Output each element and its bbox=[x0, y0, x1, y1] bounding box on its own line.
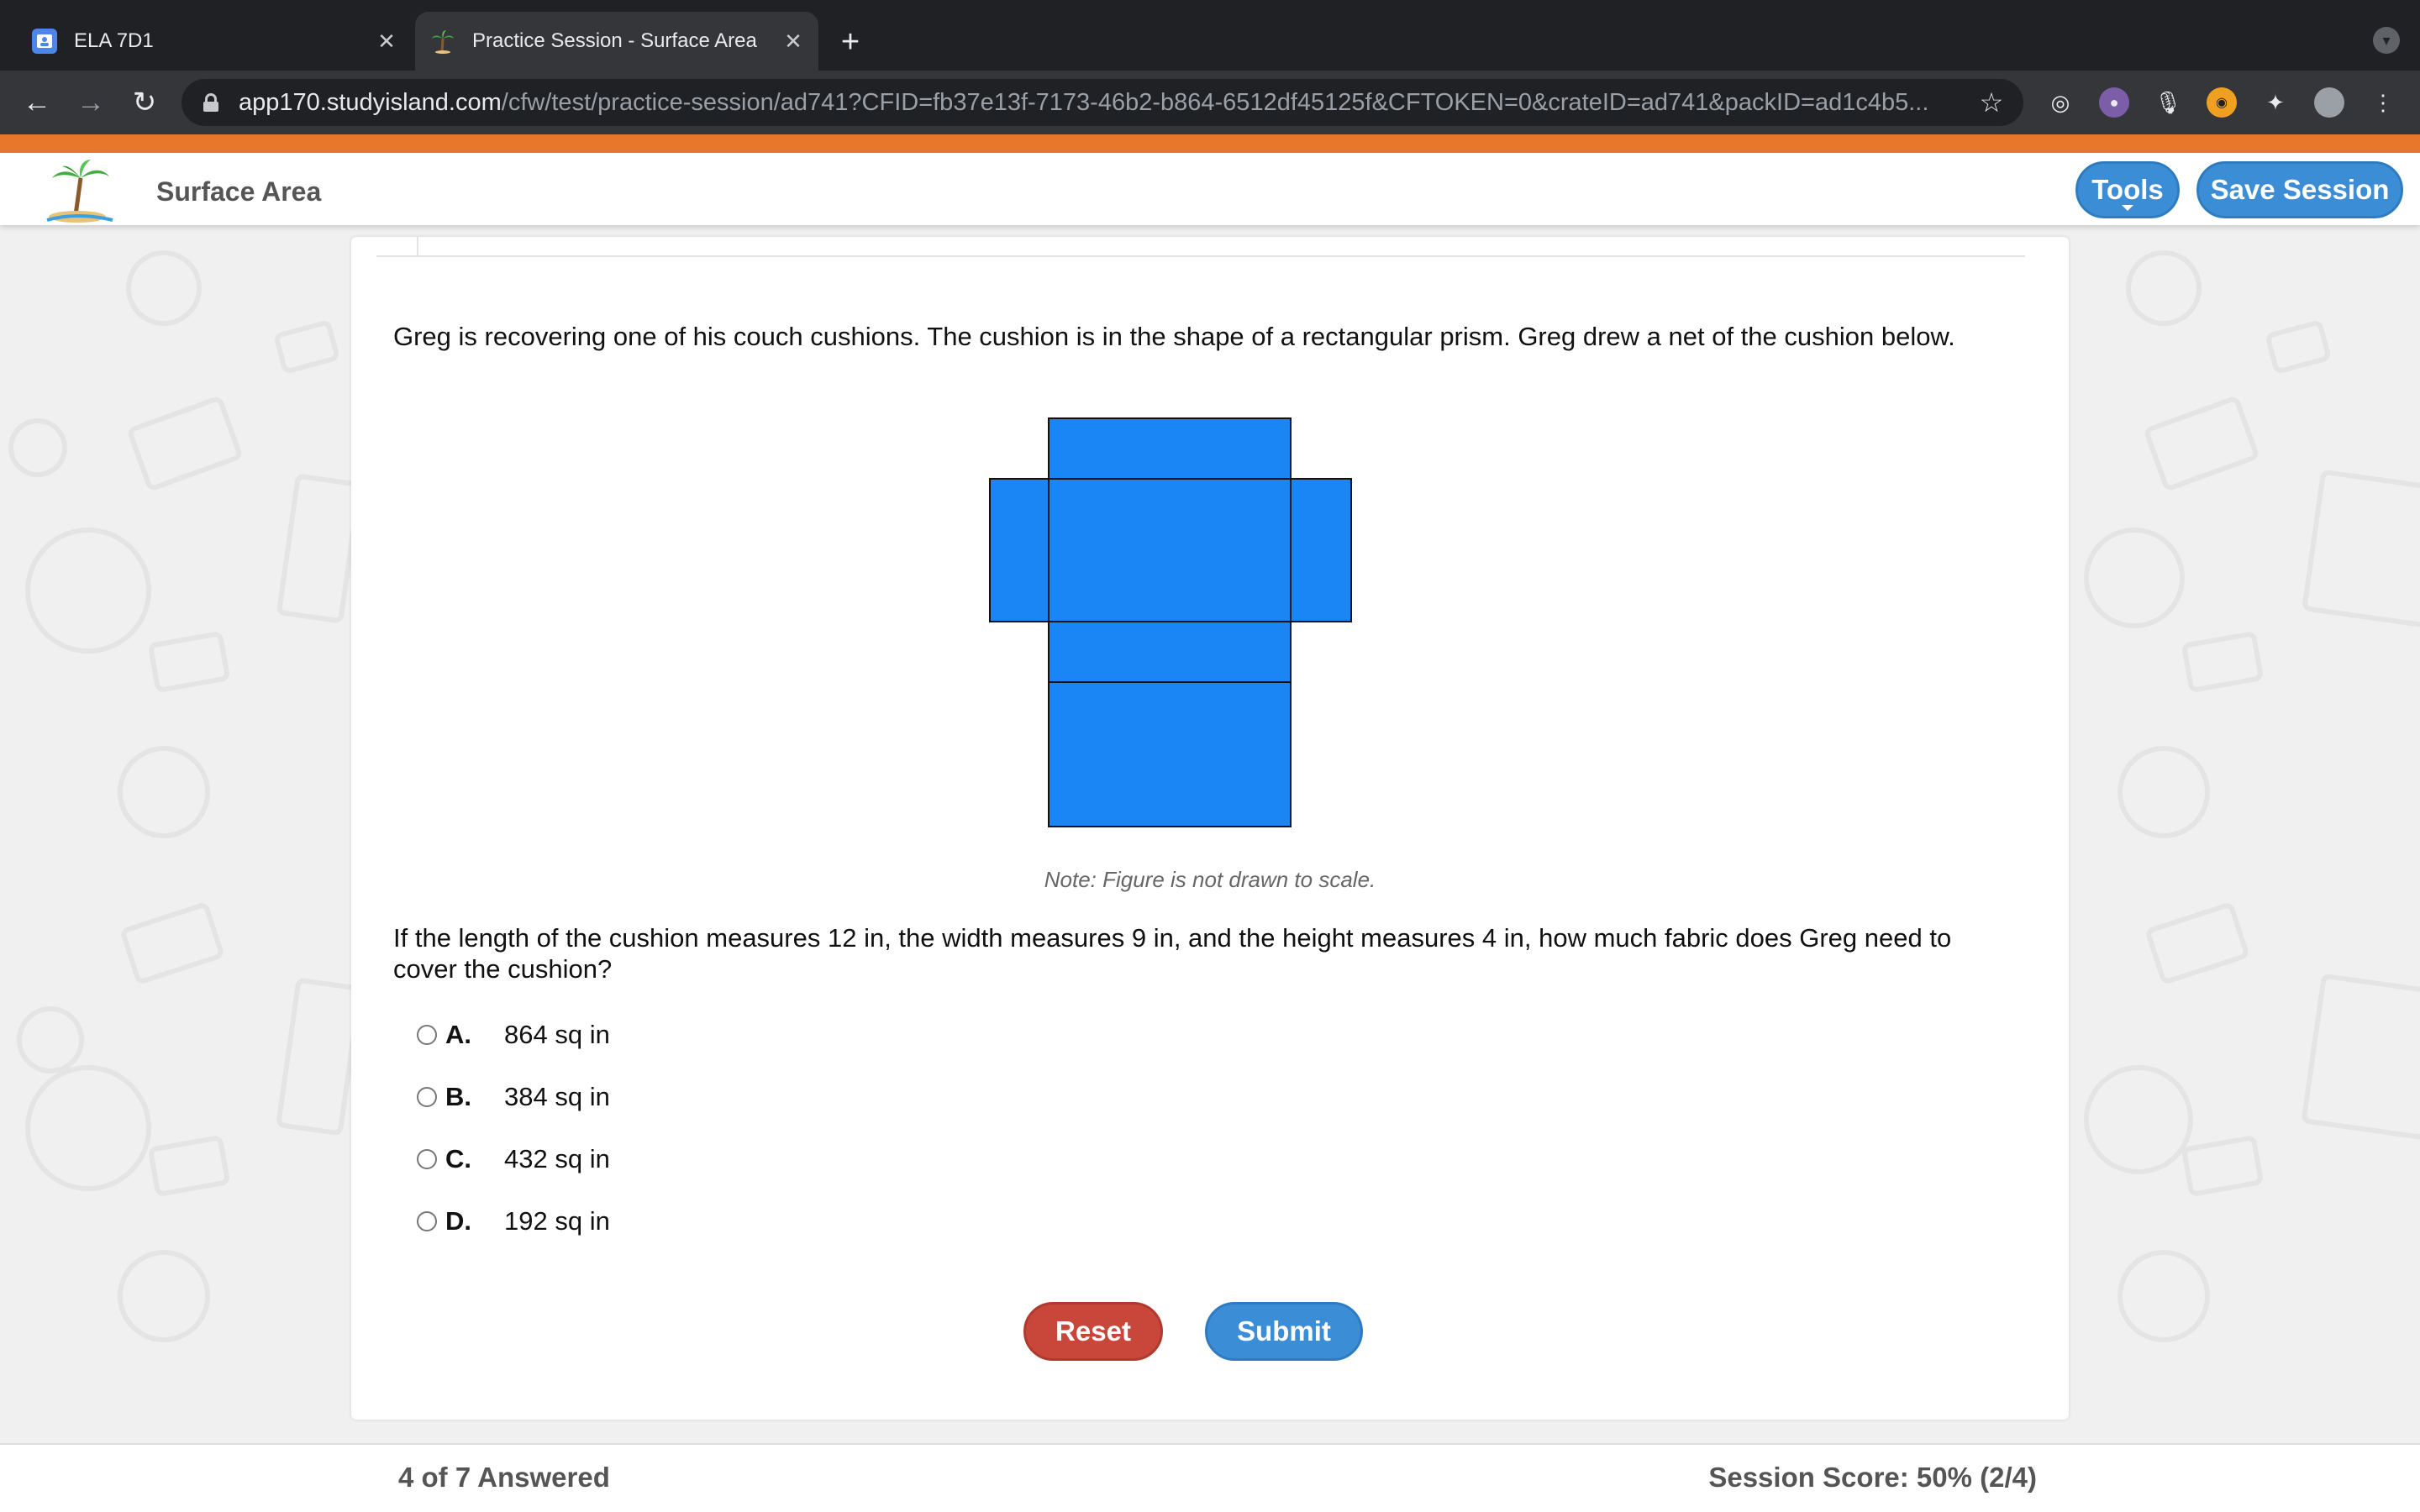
puzzle-extensions-icon[interactable]: ✦ bbox=[2260, 87, 2291, 118]
url-text: app170.studyisland.com/cfw/test/practice… bbox=[239, 88, 1929, 116]
divider bbox=[376, 255, 2025, 257]
gear-icon bbox=[17, 1006, 84, 1074]
lock-icon bbox=[203, 93, 218, 112]
answer-choice-b[interactable]: B. 384 sq in bbox=[417, 1080, 610, 1114]
study-island-logo[interactable] bbox=[42, 156, 118, 223]
reload-icon[interactable]: ↻ bbox=[128, 86, 161, 119]
award-icon bbox=[2084, 1065, 2193, 1174]
net-face-top bbox=[1048, 417, 1292, 480]
choice-text: 384 sq in bbox=[504, 1082, 610, 1111]
figure-note: Note: Figure is not drawn to scale. bbox=[1044, 867, 1376, 892]
radio-button[interactable] bbox=[417, 1211, 437, 1231]
site-header: Surface Area Tools Save Session bbox=[0, 153, 2420, 225]
gear-icon bbox=[2126, 250, 2202, 326]
browser-toolbar: ← → ↻ app170.studyisland.com/cfw/test/pr… bbox=[0, 71, 2420, 134]
header-accent-bar bbox=[0, 134, 2420, 153]
document-icon bbox=[2301, 973, 2420, 1141]
answer-choice-c[interactable]: C. 432 sq in bbox=[417, 1142, 610, 1176]
menu-kebab-icon[interactable]: ⋮ bbox=[2368, 87, 2398, 118]
radio-button[interactable] bbox=[417, 1025, 437, 1045]
new-tab-button[interactable]: + bbox=[832, 24, 869, 60]
net-face-bottom bbox=[1048, 621, 1292, 683]
tools-label: Tools bbox=[2091, 174, 2164, 205]
classroom-icon bbox=[32, 29, 57, 54]
question-stem: Greg is recovering one of his couch cush… bbox=[393, 322, 1955, 351]
document-icon bbox=[125, 394, 245, 493]
document-icon bbox=[2142, 394, 2261, 493]
profile-avatar-icon[interactable] bbox=[2314, 87, 2344, 118]
award-icon bbox=[25, 1065, 151, 1191]
extension-icon[interactable]: ● bbox=[2099, 87, 2129, 118]
document-icon bbox=[118, 900, 226, 986]
radio-button[interactable] bbox=[417, 1087, 437, 1107]
document-icon bbox=[2301, 469, 2420, 628]
net-face-right bbox=[1290, 478, 1352, 622]
prism-net-figure bbox=[988, 417, 1358, 830]
close-tab-icon[interactable]: ✕ bbox=[370, 24, 403, 58]
document-icon bbox=[2181, 1134, 2265, 1198]
reader-extension-icon[interactable]: ◎ bbox=[2045, 87, 2075, 118]
page-title: Surface Area bbox=[156, 176, 322, 207]
save-session-button[interactable]: Save Session bbox=[2196, 161, 2403, 218]
radio-button[interactable] bbox=[417, 1149, 437, 1169]
submit-button[interactable]: Submit bbox=[1205, 1302, 1363, 1361]
answer-choice-a[interactable]: A. 864 sq in bbox=[417, 1018, 610, 1052]
tab-ela[interactable]: ELA 7D1 ✕ bbox=[17, 12, 412, 71]
tab-title: ELA 7D1 bbox=[74, 29, 154, 52]
document-icon bbox=[2181, 630, 2265, 694]
gear-icon bbox=[2118, 746, 2210, 838]
question-number-tab bbox=[376, 237, 418, 255]
document-icon bbox=[2264, 318, 2333, 375]
gear-icon bbox=[2118, 1250, 2210, 1342]
tab-search-icon[interactable]: ▾ bbox=[2373, 27, 2400, 54]
net-svg bbox=[989, 417, 1352, 827]
net-face-back bbox=[1048, 681, 1292, 827]
gear-icon bbox=[8, 418, 67, 477]
back-icon[interactable]: ← bbox=[20, 86, 54, 119]
answered-count: 4 of 7 Answered bbox=[398, 1462, 610, 1493]
microphone-icon[interactable]: 🎙 bbox=[2153, 87, 2183, 118]
tools-button[interactable]: Tools bbox=[2075, 161, 2180, 218]
session-score: Session Score: 50% (2/4) bbox=[1708, 1462, 2037, 1493]
bookmark-star-icon[interactable]: ☆ bbox=[1971, 87, 2012, 118]
award-icon bbox=[25, 528, 151, 654]
choice-text: 192 sq in bbox=[504, 1206, 610, 1236]
choice-text: 432 sq in bbox=[504, 1144, 610, 1173]
choice-text: 864 sq in bbox=[504, 1020, 610, 1049]
extension-coin-icon[interactable]: ◉ bbox=[2207, 87, 2237, 118]
session-footer: 4 of 7 Answered Session Score: 50% (2/4) bbox=[0, 1443, 2420, 1512]
address-bar[interactable]: app170.studyisland.com/cfw/test/practice… bbox=[182, 79, 2023, 126]
choice-letter: C. bbox=[445, 1144, 471, 1173]
reset-button[interactable]: Reset bbox=[1023, 1302, 1163, 1361]
award-icon bbox=[2084, 528, 2185, 628]
answer-choice-d[interactable]: D. 192 sq in bbox=[417, 1205, 610, 1238]
gear-icon bbox=[118, 1250, 210, 1342]
document-icon bbox=[275, 977, 364, 1137]
gear-icon bbox=[126, 250, 202, 326]
document-icon bbox=[147, 630, 231, 694]
choice-letter: B. bbox=[445, 1082, 471, 1111]
document-icon bbox=[2144, 900, 2251, 986]
net-face-center bbox=[1048, 478, 1292, 622]
question-prompt: If the length of the cushion measures 12… bbox=[393, 923, 1952, 984]
chevron-down-icon bbox=[2122, 205, 2133, 211]
document-icon bbox=[272, 318, 341, 375]
question-panel: Greg is recovering one of his couch cush… bbox=[351, 237, 2069, 1420]
tab-title: Practice Session - Surface Area bbox=[472, 29, 757, 52]
net-face-left bbox=[989, 478, 1050, 622]
forward-icon[interactable]: → bbox=[74, 86, 108, 119]
palm-tree-icon bbox=[430, 29, 455, 54]
close-tab-icon[interactable]: ✕ bbox=[776, 24, 810, 58]
gear-icon bbox=[118, 746, 210, 838]
document-icon bbox=[276, 473, 363, 624]
tab-practice-session[interactable]: Practice Session - Surface Area ✕ bbox=[415, 12, 818, 71]
document-icon bbox=[147, 1134, 231, 1198]
choice-letter: A. bbox=[445, 1020, 471, 1049]
browser-tab-strip: ELA 7D1 ✕ Practice Session - Surface Are… bbox=[0, 0, 2420, 71]
choice-letter: D. bbox=[445, 1206, 471, 1236]
